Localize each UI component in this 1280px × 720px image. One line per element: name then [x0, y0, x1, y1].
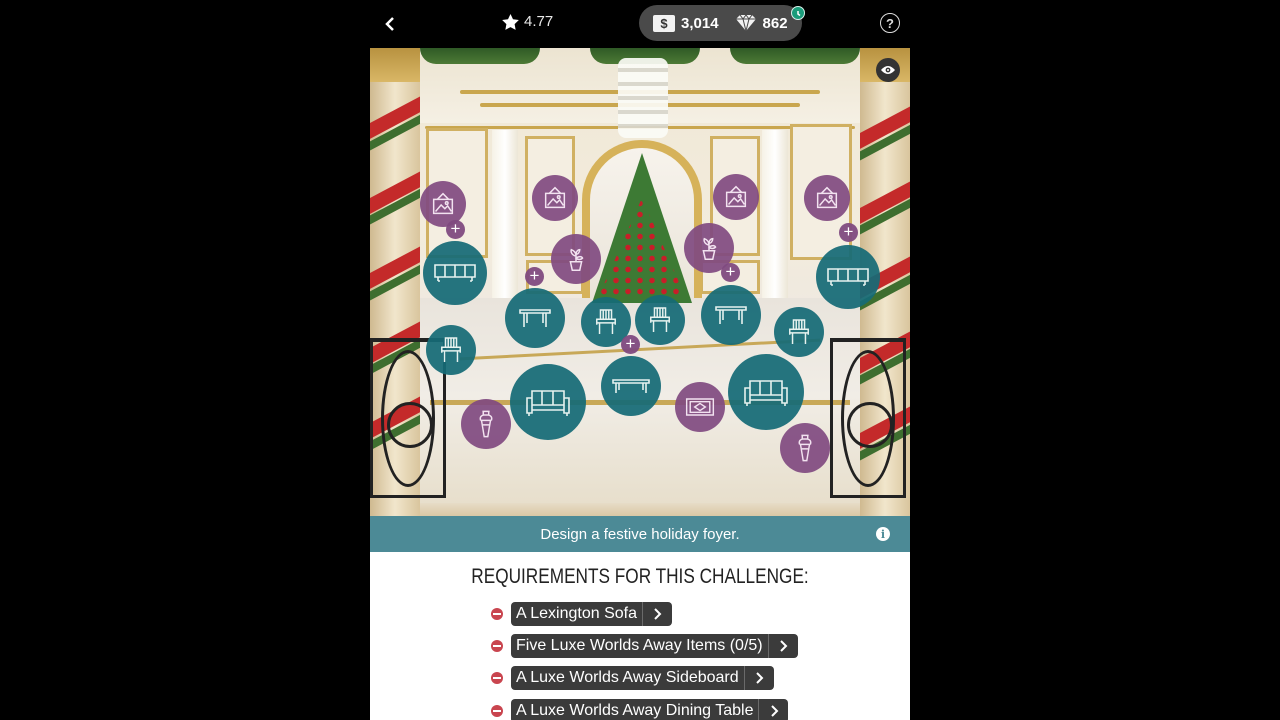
vase-icon	[796, 432, 814, 464]
gems-value: 862	[762, 14, 788, 32]
rating: 4.77	[502, 13, 553, 30]
requirement-row: A Lexington Sofa	[491, 602, 672, 626]
info-icon[interactable]: i	[876, 527, 890, 541]
requirement-label: A Luxe Worlds Away Dining Table	[516, 702, 754, 719]
back-button[interactable]	[376, 10, 404, 38]
hotspot-wall-art[interactable]	[804, 175, 850, 221]
hotspot-dining-table[interactable]	[701, 285, 761, 345]
hotspot-sideboard[interactable]	[816, 245, 880, 309]
help-button[interactable]: ?	[880, 13, 900, 33]
picture-frame-icon	[429, 190, 457, 218]
garland	[730, 48, 860, 64]
incomplete-icon	[491, 640, 503, 652]
challenge-prompt: Design a festive holiday foyer.	[540, 525, 740, 543]
incomplete-icon	[491, 608, 503, 620]
sideboard-icon	[433, 262, 477, 284]
hotspot-vase[interactable]	[780, 423, 830, 473]
picture-frame-icon	[541, 184, 569, 212]
hotspot-chair[interactable]	[426, 325, 476, 375]
room-scene: + + + + +	[370, 48, 910, 516]
picture-frame-icon	[722, 183, 750, 211]
chevron-right-icon	[758, 699, 788, 720]
chandelier	[618, 58, 668, 138]
chair-icon	[594, 307, 618, 337]
iron-railing-right	[830, 338, 906, 498]
requirements-title: REQUIREMENTS FOR THIS CHALLENGE:	[471, 565, 809, 588]
incomplete-icon	[491, 672, 503, 684]
requirement-label: A Lexington Sofa	[516, 605, 637, 622]
chevron-left-icon	[385, 17, 394, 31]
top-bar: 4.77 $ 3,014 862 ?	[370, 0, 910, 48]
chevron-right-icon	[743, 666, 774, 690]
chevron-right-icon	[767, 634, 798, 658]
sofa-icon	[524, 387, 572, 417]
floor-edge	[370, 503, 910, 516]
requirement-row: Five Luxe Worlds Away Items (0/5)	[491, 634, 798, 658]
hotspot-wall-art[interactable]	[713, 174, 759, 220]
vase-icon	[477, 408, 495, 440]
add-item-button[interactable]: +	[525, 267, 544, 286]
sofa-icon	[742, 377, 790, 407]
cash-value: 3,014	[681, 14, 719, 32]
requirement-button[interactable]: A Luxe Worlds Away Dining Table	[511, 699, 789, 720]
diamond-icon	[735, 15, 756, 31]
add-item-button[interactable]: +	[446, 220, 465, 239]
requirement-button[interactable]: A Luxe Worlds Away Sideboard	[511, 666, 774, 690]
table-icon	[517, 306, 553, 330]
garland	[420, 48, 540, 64]
potted-plant-icon	[562, 245, 590, 273]
requirement-row: A Luxe Worlds Away Dining Table	[491, 699, 789, 720]
chair-icon	[787, 317, 811, 347]
hotspot-sofa[interactable]	[510, 364, 586, 440]
clock-icon[interactable]	[791, 6, 805, 20]
picture-frame-icon	[813, 184, 841, 212]
table-icon	[713, 303, 749, 327]
hotspot-chair[interactable]	[774, 307, 824, 357]
cash-icon: $	[653, 14, 675, 32]
requirement-row: A Luxe Worlds Away Sideboard	[491, 666, 774, 690]
game-screen: 4.77 $ 3,014 862 ? + + + + + Design a fe…	[370, 0, 910, 720]
potted-plant-icon	[695, 234, 723, 262]
chevron-right-icon	[641, 602, 672, 626]
hotspot-sideboard[interactable]	[423, 241, 487, 305]
hotspot-coffee-table[interactable]	[601, 356, 661, 416]
hotspot-wall-art[interactable]	[532, 175, 578, 221]
hotspot-rug[interactable]	[675, 382, 725, 432]
hotspot-plant[interactable]	[551, 234, 601, 284]
chair-icon	[439, 335, 463, 365]
chair-icon	[648, 305, 672, 335]
hotspot-sofa[interactable]	[728, 354, 804, 430]
requirements-panel: REQUIREMENTS FOR THIS CHALLENGE: A Lexin…	[370, 552, 910, 720]
hotspot-vase[interactable]	[461, 399, 511, 449]
rating-value: 4.77	[524, 13, 554, 30]
requirement-label: A Luxe Worlds Away Sideboard	[516, 669, 739, 686]
add-item-button[interactable]: +	[839, 223, 858, 242]
incomplete-icon	[491, 705, 503, 717]
hotspot-chair[interactable]	[635, 295, 685, 345]
star-icon	[502, 13, 519, 30]
currency-panel[interactable]: $ 3,014 862	[639, 5, 802, 41]
eye-icon[interactable]	[876, 58, 900, 82]
add-item-button[interactable]: +	[721, 263, 740, 282]
requirement-label: Five Luxe Worlds Away Items (0/5)	[516, 637, 763, 654]
bench-icon	[611, 376, 651, 396]
hotspot-dining-table[interactable]	[505, 288, 565, 348]
rug-icon	[684, 396, 716, 418]
requirement-button[interactable]: Five Luxe Worlds Away Items (0/5)	[511, 634, 798, 658]
sideboard-icon	[826, 266, 870, 288]
add-item-button[interactable]: +	[621, 335, 640, 354]
challenge-prompt-bar: Design a festive holiday foyer. i	[370, 516, 910, 552]
requirement-button[interactable]: A Lexington Sofa	[511, 602, 672, 626]
